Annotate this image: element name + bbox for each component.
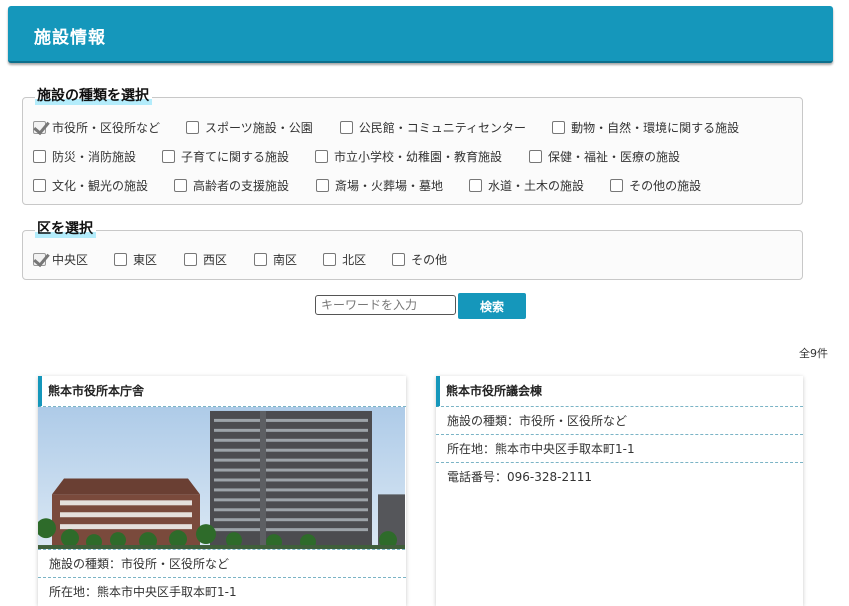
ward-option-nishi[interactable]: 西区 xyxy=(184,251,227,268)
facility-type-info: 施設の種類：市役所・区役所など xyxy=(436,407,803,435)
checkbox[interactable] xyxy=(174,179,188,192)
checkbox[interactable] xyxy=(186,121,200,134)
checkbox-checked[interactable] xyxy=(33,121,46,134)
facility-photo xyxy=(38,407,405,550)
option-label: 市役所・区役所など xyxy=(52,121,161,135)
checkbox[interactable] xyxy=(552,121,566,134)
facility-type-option-health-welfare[interactable]: 保健・福祉・医療の施設 xyxy=(529,148,680,165)
option-label: 東区 xyxy=(133,253,158,267)
ward-legend: 区を選択 xyxy=(35,221,96,238)
option-label: 斎場・火葬場・墓地 xyxy=(335,179,444,193)
keyword-search-input[interactable] xyxy=(315,295,456,315)
option-label: その他 xyxy=(411,253,448,267)
option-label: 子育てに関する施設 xyxy=(181,150,290,164)
page-header: 施設情報 xyxy=(8,6,833,63)
facility-card-title[interactable]: 熊本市役所本庁舎 xyxy=(38,376,406,407)
facility-type-option-sports[interactable]: スポーツ施設・公園 xyxy=(186,119,313,136)
checkbox[interactable] xyxy=(162,150,176,163)
checkbox[interactable] xyxy=(33,150,46,163)
facility-type-option-funeral-cemetery[interactable]: 斎場・火葬場・墓地 xyxy=(316,177,443,194)
option-label: 西区 xyxy=(203,253,228,267)
facility-phone-info: 電話番号：096-328-2111 xyxy=(447,470,593,484)
facility-type-info: 施設の種類：市役所・区役所など xyxy=(38,550,406,578)
checkbox[interactable] xyxy=(339,121,353,134)
option-label: 南区 xyxy=(273,253,298,267)
facility-card[interactable]: 熊本市役所議会棟 施設の種類：市役所・区役所など 所在地：熊本市中央区手取本町1… xyxy=(436,376,803,606)
facility-type-option-water-civil[interactable]: 水道・土木の施設 xyxy=(469,177,584,194)
facility-type-option-city-office[interactable]: 市役所・区役所など xyxy=(33,119,160,136)
checkbox[interactable] xyxy=(469,179,483,192)
ward-option-higashi[interactable]: 東区 xyxy=(114,251,157,268)
facility-type-option-animal-nature[interactable]: 動物・自然・環境に関する施設 xyxy=(552,119,739,136)
checkbox[interactable] xyxy=(529,150,543,163)
facility-address-info: 所在地：熊本市中央区手取本町1-1 xyxy=(436,435,803,463)
facility-card-title[interactable]: 熊本市役所議会棟 xyxy=(436,376,803,407)
checkbox[interactable] xyxy=(323,253,337,266)
ward-filter: 区を選択 中央区 東区 西区 南区 北区 その他 xyxy=(22,221,803,280)
ward-options-row: 中央区 東区 西区 南区 北区 その他 xyxy=(33,251,447,268)
option-label: 北区 xyxy=(342,253,367,267)
facility-type-option-other[interactable]: その他の施設 xyxy=(610,177,701,194)
ward-option-chuo[interactable]: 中央区 xyxy=(33,251,88,268)
option-label: スポーツ施設・公園 xyxy=(205,121,313,135)
facility-type-filter: 施設の種類を選択 市役所・区役所など スポーツ施設・公園 公民館・コミュニティセ… xyxy=(22,88,803,205)
checkbox[interactable] xyxy=(33,179,46,192)
facility-type-row-1: 市役所・区役所など スポーツ施設・公園 公民館・コミュニティセンター 動物・自然… xyxy=(33,119,739,136)
option-label: 高齢者の支援施設 xyxy=(193,179,290,193)
page-title: 施設情報 xyxy=(34,28,106,48)
option-label: 保健・福祉・医療の施設 xyxy=(548,150,681,164)
checkbox[interactable] xyxy=(114,253,128,266)
facility-type-option-elderly-support[interactable]: 高齢者の支援施設 xyxy=(174,177,289,194)
facility-type-option-community-center[interactable]: 公民館・コミュニティセンター xyxy=(339,119,527,136)
checkbox[interactable] xyxy=(184,253,198,266)
facility-type-option-disaster[interactable]: 防災・消防施設 xyxy=(33,148,136,165)
checkbox[interactable] xyxy=(392,253,406,266)
option-label: 公民館・コミュニティセンター xyxy=(358,121,527,135)
checkbox[interactable] xyxy=(254,253,268,266)
facility-address-info: 所在地：熊本市中央区手取本町1-1 xyxy=(49,585,237,599)
ward-option-minami[interactable]: 南区 xyxy=(254,251,297,268)
facility-type-option-childcare[interactable]: 子育てに関する施設 xyxy=(162,148,289,165)
option-label: 防災・消防施設 xyxy=(52,150,137,164)
ward-option-kita[interactable]: 北区 xyxy=(323,251,366,268)
option-label: 動物・自然・環境に関する施設 xyxy=(571,121,740,135)
checkbox[interactable] xyxy=(315,150,329,163)
facility-type-legend: 施設の種類を選択 xyxy=(35,88,152,105)
ward-option-other[interactable]: その他 xyxy=(392,251,447,268)
option-label: 水道・土木の施設 xyxy=(488,179,585,193)
option-label: 文化・観光の施設 xyxy=(52,179,149,193)
facility-card[interactable]: 熊本市役所本庁舎 施設の種類：市役所・区役所など 所在地：熊本市中央区手取本町1… xyxy=(38,376,406,606)
checkbox[interactable] xyxy=(316,179,330,192)
option-label: 中央区 xyxy=(52,253,89,267)
search-button[interactable]: 検索 xyxy=(458,293,526,319)
checkbox[interactable] xyxy=(610,179,624,192)
result-count: 全9件 xyxy=(799,347,828,360)
facility-type-row-3: 文化・観光の施設 高齢者の支援施設 斎場・火葬場・墓地 水道・土木の施設 その他… xyxy=(33,177,701,194)
checkbox-checked[interactable] xyxy=(33,253,46,266)
facility-type-row-2: 防災・消防施設 子育てに関する施設 市立小学校・幼稚園・教育施設 保健・福祉・医… xyxy=(33,148,680,165)
option-label: その他の施設 xyxy=(629,179,702,193)
facility-type-option-education[interactable]: 市立小学校・幼稚園・教育施設 xyxy=(315,148,502,165)
facility-type-option-culture-tourism[interactable]: 文化・観光の施設 xyxy=(33,177,148,194)
option-label: 市立小学校・幼稚園・教育施設 xyxy=(334,150,503,164)
